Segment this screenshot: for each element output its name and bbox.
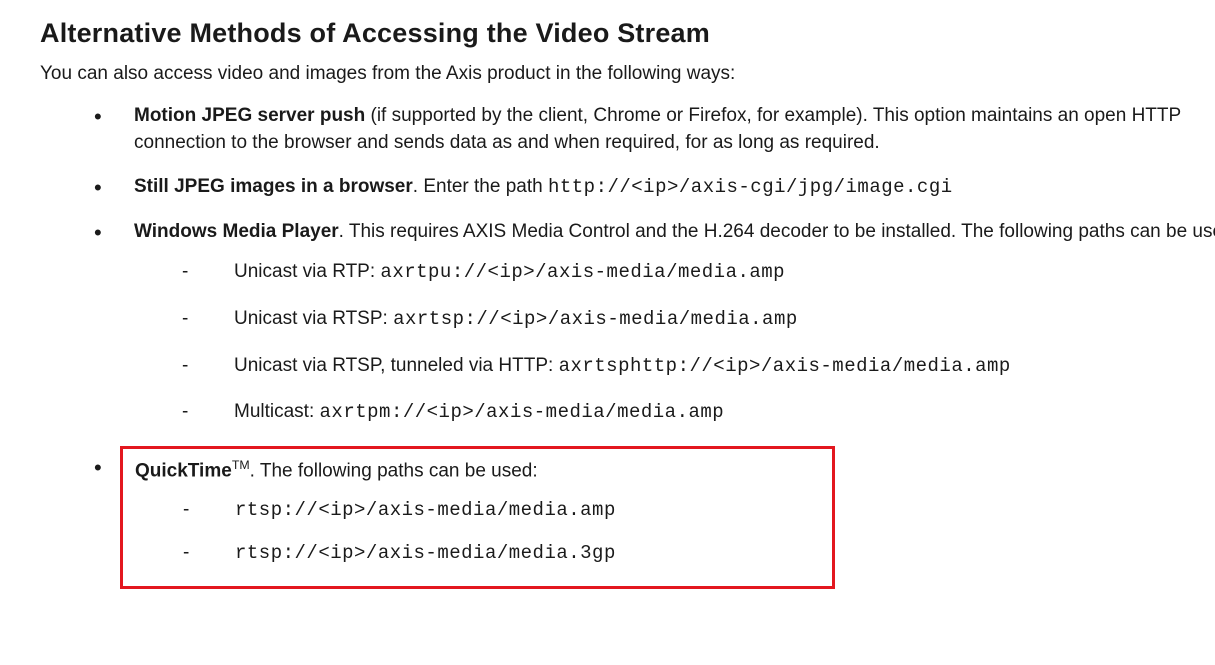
method-label: Windows Media Player	[134, 221, 339, 242]
method-label: QuickTime	[135, 460, 232, 481]
method-text: . This requires AXIS Media Control and t…	[339, 221, 1215, 242]
trademark-symbol: TM	[232, 458, 250, 472]
method-windows-media-player: Windows Media Player. This requires AXIS…	[94, 219, 1215, 426]
wmp-path-multicast: Multicast: axrtpm://<ip>/axis-media/medi…	[182, 399, 1215, 426]
quicktime-path-3gp: rtsp://<ip>/axis-media/media.3gp	[183, 540, 820, 567]
intro-paragraph: You can also access video and images fro…	[40, 63, 1215, 85]
method-motion-jpeg: Motion JPEG server push (if supported by…	[94, 103, 1215, 156]
path-label: Multicast:	[234, 401, 320, 422]
quicktime-paths-list: rtsp://<ip>/axis-media/media.amp rtsp://…	[183, 497, 820, 566]
method-label: Motion JPEG server push	[134, 105, 365, 126]
wmp-path-rtsp-http: Unicast via RTSP, tunneled via HTTP: axr…	[182, 353, 1215, 380]
path-code: axrtsphttp://<ip>/axis-media/media.amp	[559, 355, 1011, 377]
path-code: rtsp://<ip>/axis-media/media.3gp	[235, 542, 616, 564]
path-label: Unicast via RTSP, tunneled via HTTP:	[234, 355, 559, 376]
method-still-jpeg: Still JPEG images in a browser. Enter th…	[94, 174, 1215, 201]
method-text: . The following paths can be used:	[250, 460, 538, 481]
path-label: Unicast via RTSP:	[234, 308, 393, 329]
method-label: Still JPEG images in a browser	[134, 176, 413, 197]
quicktime-path-amp: rtsp://<ip>/axis-media/media.amp	[183, 497, 820, 524]
wmp-path-rtp: Unicast via RTP: axrtpu://<ip>/axis-medi…	[182, 259, 1215, 286]
method-text: . Enter the path	[413, 176, 548, 197]
path-code: axrtpm://<ip>/axis-media/media.amp	[320, 401, 725, 423]
path-code: axrtsp://<ip>/axis-media/media.amp	[393, 308, 798, 330]
section-title: Alternative Methods of Accessing the Vid…	[40, 18, 1215, 49]
path-code: axrtpu://<ip>/axis-media/media.amp	[380, 261, 785, 283]
methods-list: Motion JPEG server push (if supported by…	[94, 103, 1215, 426]
method-quicktime-wrapper: QuickTimeTM. The following paths can be …	[94, 446, 1215, 589]
method-quicktime: QuickTimeTM. The following paths can be …	[135, 457, 820, 485]
path-label: Unicast via RTP:	[234, 261, 380, 282]
method-code: http://<ip>/axis-cgi/jpg/image.cgi	[548, 176, 953, 198]
wmp-path-rtsp: Unicast via RTSP: axrtsp://<ip>/axis-med…	[182, 306, 1215, 333]
quicktime-highlight-box: QuickTimeTM. The following paths can be …	[120, 446, 835, 589]
wmp-paths-list: Unicast via RTP: axrtpu://<ip>/axis-medi…	[182, 259, 1215, 426]
path-code: rtsp://<ip>/axis-media/media.amp	[235, 499, 616, 521]
